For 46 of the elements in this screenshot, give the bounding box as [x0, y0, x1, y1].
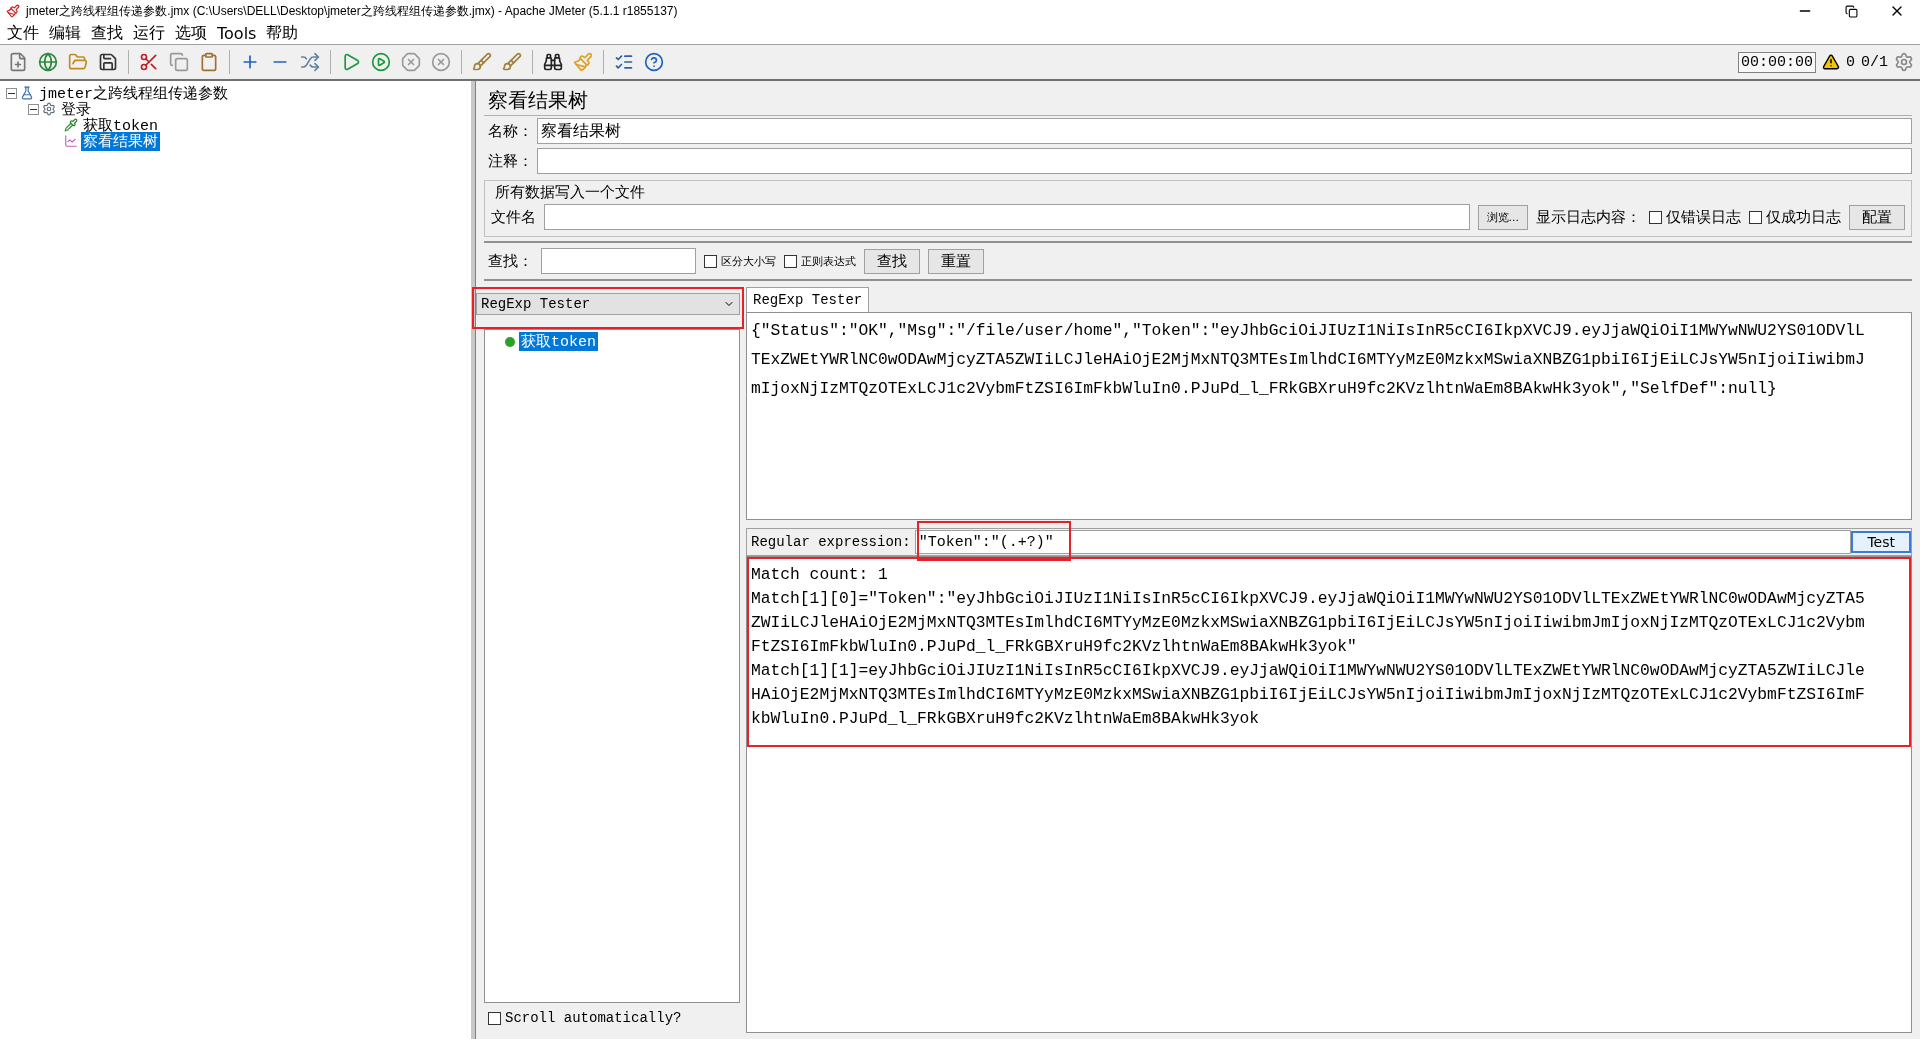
reset-button[interactable]: 重置	[928, 248, 984, 274]
match-text: HAiOjE2MjMxNTQ3MTEsImlhdCI6MTYyMzE0MzkxMSwiaXNBZG1pbiI6IjEiLCJsYW5nIjoiIiwibmJmIjoxNjIzMTQzOTExLCJ1c2VybmFtZSI6ImF	[751, 684, 1866, 706]
browse-button[interactable]: 浏览...	[1477, 204, 1528, 230]
match-text: Match count: 1	[751, 564, 889, 586]
test-button[interactable]: Test	[1851, 531, 1911, 553]
name-label: 名称：	[488, 121, 533, 141]
window-title: jmeter之跨线程组传递参数.jmx (C:\Users\DELL\Desktop\jmeter之跨线程组传递参数.jmx) - Apache JMeter (5.1.1 r1855137)	[26, 2, 678, 20]
search-button[interactable]: 查找	[864, 248, 920, 274]
response-text: mIjoxNjIzMTQzOTExLCJ1c2VybmFtZSI6ImFkbWluIn0.PJuPd_l_FRkGBXruH9fc2KVzlhtnWaEm8BAkwHk3yok","SelfDef":null}	[751, 378, 1778, 400]
response-text: {"Status":"OK","Msg":"/file/user/home","Token":"eyJhbGciOiJIUzI1NiIsInR5cCI6IkpXVCJ9.eyJjaWQiOiI1MWYwNWU2YS01ODVlL	[751, 320, 1866, 342]
response-text: TExZWEtYWRlNC0wODAwMjcyZTA5ZWIiLCJleHAiOjE2MjMxNTQ3MTEsImlhdCI6MTYyMzE0MzkxMSwiaXNBZG1pbiI6IjEiLCJsYW5nIjoiIiwibmJ	[751, 349, 1866, 371]
config-button[interactable]: 配置	[1849, 204, 1905, 230]
group-title: 所有数据写入一个文件	[494, 183, 646, 202]
comment-label: 注释：	[488, 151, 533, 171]
tab[interactable]: RegExp Tester	[746, 287, 870, 312]
menu-item[interactable]: 查找	[86, 22, 128, 44]
match-text: Match[1][0]="Token":"eyJhbGciOiJIUzI1NiIsInR5cCI6IkpXVCJ9.eyJjaWQiOiI1MWYwNWU2YS01ODVlLTExZWEtYWRlNC0wODAwMjcyZTA5	[751, 588, 1866, 610]
search-label: 查找：	[488, 251, 533, 271]
regex-field[interactable]: "Token":"(.+?)"	[914, 530, 1852, 554]
filename-label: 文件名	[491, 207, 536, 227]
menu-item[interactable]: 编辑	[44, 22, 86, 44]
menu-item[interactable]: 文件	[2, 22, 44, 44]
tree-item[interactable]: jmeter之跨线程组传递参数	[37, 83, 230, 103]
regex-label: Regular expression:	[750, 534, 912, 550]
name-field[interactable]: 察看结果树	[537, 118, 1912, 144]
thread-count: 0/1	[1861, 53, 1888, 71]
menu-item[interactable]: 运行	[128, 22, 170, 44]
checkbox-label: 仅错误日志	[1666, 207, 1741, 227]
checkbox-label: Scroll automatically?	[505, 1010, 682, 1026]
warning-count: 0	[1845, 53, 1855, 71]
tree-item[interactable]: 察看结果树	[81, 131, 160, 151]
renderer-dropdown[interactable]: RegExp Tester	[476, 293, 740, 315]
menu-item[interactable]: 选项	[170, 22, 212, 44]
result-item[interactable]: 获取token	[519, 332, 598, 351]
checkbox-label: 仅成功日志	[1766, 207, 1841, 227]
checkbox-label: 区分大小写	[721, 253, 776, 269]
menu-item[interactable]: Tools	[212, 23, 262, 43]
log-label: 显示日志内容：	[1536, 207, 1641, 227]
match-text: Match[1][1]=eyJhbGciOiJIUzI1NiIsInR5cCI6IkpXVCJ9.eyJjaWQiOiI1MWYwNWU2YS01ODVlLTExZWEtYWRlNC0wODAwMjcyZTA5ZWIiLCJle	[751, 660, 1866, 682]
match-text: FtZSI6ImFkbWluIn0.PJuPd_l_FRkGBXruH9fc2KVzlhtnWaEm8BAkwHk3yok"	[751, 636, 1358, 658]
checkbox-label: 正则表达式	[801, 253, 856, 269]
menu-item[interactable]: 帮助	[261, 22, 304, 44]
match-text: ZWIiLCJleHAiOjE2MjMxNTQ3MTEsImlhdCI6MTYyMzE0MzkxMSwiaXNBZG1pbiI6IjEiLCJsYW5nIjoiIiwibmJmIjoxNjIzMTQzOTExLCJ1c2Vybm	[751, 612, 1866, 634]
elapsed-timer: 00:00:00	[1737, 51, 1816, 73]
panel-title: 察看结果树	[484, 85, 1912, 116]
match-text: kbWluIn0.PJuPd_l_FRkGBXruH9fc2KVzlhtnWaEm8BAkwHk3yok	[751, 708, 1261, 730]
